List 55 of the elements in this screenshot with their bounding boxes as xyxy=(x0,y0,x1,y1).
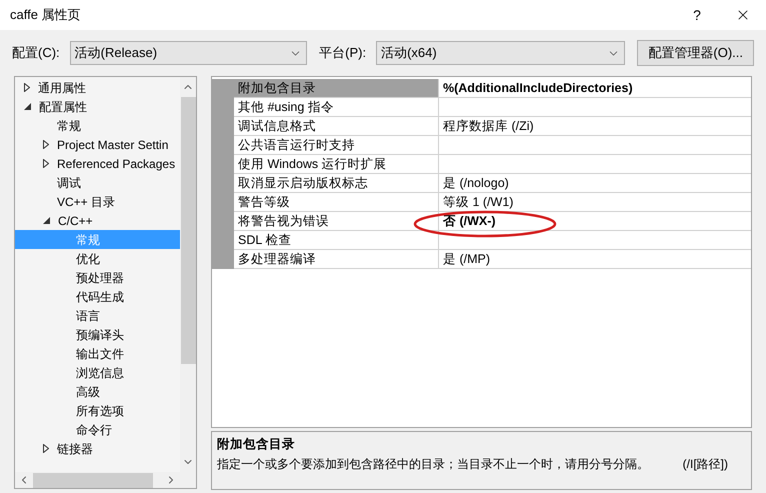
tree-item[interactable]: 代码生成 xyxy=(15,287,180,306)
tree-item[interactable]: 配置属性 xyxy=(15,97,180,116)
tree-item[interactable]: 常规 xyxy=(15,116,180,135)
config-manager-button[interactable]: 配置管理器(O)... xyxy=(637,40,754,66)
expanded-triangle-icon[interactable] xyxy=(43,217,50,224)
tree-item[interactable]: 链接器 xyxy=(15,439,180,458)
scroll-thumb[interactable] xyxy=(33,472,153,488)
tree-item[interactable]: 优化 xyxy=(15,249,180,268)
tree-item[interactable]: 输出文件 xyxy=(15,344,180,363)
property-name-cell[interactable]: 附加包含目录 xyxy=(234,79,439,98)
vertical-scrollbar[interactable] xyxy=(180,77,196,472)
tree-item[interactable]: 浏览信息 xyxy=(15,363,180,382)
tree-item[interactable]: VC++ 目录 xyxy=(15,192,180,211)
property-name-cell[interactable]: SDL 检查 xyxy=(234,231,439,250)
tree-item[interactable]: 所有选项 xyxy=(15,401,180,420)
property-value-cell[interactable]: 否 (/WX-) xyxy=(439,212,751,231)
tree-item[interactable]: Referenced Packages xyxy=(15,154,180,173)
config-label: 配置(C): xyxy=(12,44,60,62)
tree-item[interactable]: 预编译头 xyxy=(15,325,180,344)
property-value-cell[interactable]: %(AdditionalIncludeDirectories) xyxy=(439,79,751,98)
config-dropdown[interactable]: 活动(Release) xyxy=(70,41,308,65)
tree-item[interactable]: 命令行 xyxy=(15,420,180,439)
property-value-cell[interactable]: 程序数据库 (/Zi) xyxy=(439,117,751,136)
horizontal-scrollbar[interactable] xyxy=(15,472,196,488)
property-value-cell[interactable]: 是 (/nologo) xyxy=(439,174,751,193)
collapsed-triangle-icon[interactable] xyxy=(24,83,30,92)
tree-item[interactable]: 调试 xyxy=(15,173,180,192)
tree-item[interactable]: 通用属性 xyxy=(15,78,180,97)
collapsed-triangle-icon[interactable] xyxy=(43,140,49,149)
compiler-flag-text: (/I[路径]) xyxy=(682,456,728,473)
description-title: 附加包含目录 xyxy=(217,436,296,453)
property-name-cell[interactable]: 使用 Windows 运行时扩展 xyxy=(234,155,439,174)
tree-item[interactable]: C/C++ xyxy=(15,211,180,230)
property-name-cell[interactable]: 取消显示启动版权标志 xyxy=(234,174,439,193)
description-text: 指定一个或多个要添加到包含路径中的目录；当目录不止一个时，请用分号分隔。 xyxy=(217,456,649,473)
collapsed-triangle-icon[interactable] xyxy=(43,159,49,168)
expanded-triangle-icon[interactable] xyxy=(24,103,31,110)
scroll-thumb[interactable] xyxy=(180,97,196,364)
property-name-cell[interactable]: 调试信息格式 xyxy=(234,117,439,136)
property-name-cell[interactable]: 多处理器编译 xyxy=(234,250,439,269)
property-name-cell[interactable]: 其他 #using 指令 xyxy=(234,98,439,117)
tree-item[interactable]: Project Master Settin xyxy=(15,135,180,154)
platform-label: 平台(P): xyxy=(319,44,366,62)
property-value-cell[interactable]: 是 (/MP) xyxy=(439,250,751,269)
property-name-cell[interactable]: 警告等级 xyxy=(234,193,439,212)
tree-item[interactable]: 高级 xyxy=(15,382,180,401)
help-button[interactable]: ? xyxy=(674,0,720,30)
property-value-cell[interactable]: 等级 1 (/W1) xyxy=(439,193,751,212)
tree-item[interactable]: 预处理器 xyxy=(15,268,180,287)
property-name-cell[interactable]: 将警告视为错误 xyxy=(234,212,439,231)
window-title: caffe 属性页 xyxy=(10,6,82,24)
collapsed-triangle-icon[interactable] xyxy=(43,444,49,453)
tree-item[interactable]: 语言 xyxy=(15,306,180,325)
property-name-cell[interactable]: 公共语言运行时支持 xyxy=(234,136,439,155)
platform-dropdown[interactable]: 活动(x64) xyxy=(376,41,626,65)
